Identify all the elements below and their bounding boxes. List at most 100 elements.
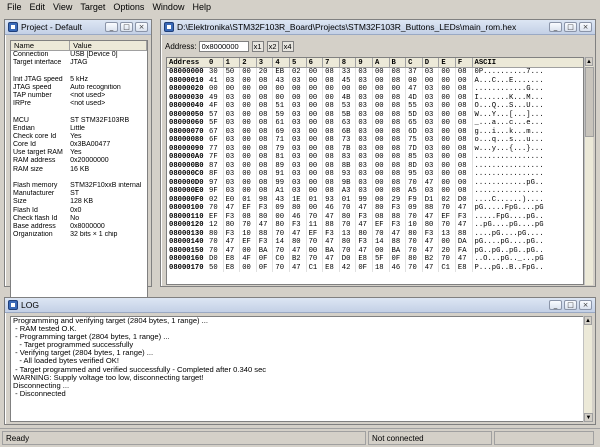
hex-byte[interactable]: A1 [273,187,290,196]
hex-byte[interactable]: 00 [439,127,456,136]
hex-byte[interactable]: 00 [307,119,324,128]
hex-byte[interactable]: 08 [390,170,407,179]
hex-byte[interactable]: 08 [323,68,340,77]
hex-byte[interactable]: E8 [323,263,340,272]
hex-byte[interactable]: 03 [356,110,373,119]
hex-byte[interactable]: 00 [439,136,456,145]
hex-byte[interactable]: 03 [423,144,440,153]
hex-byte[interactable]: 70 [240,221,257,230]
hex-byte[interactable]: 80 [224,221,241,230]
hex-byte[interactable]: 03 [224,119,241,128]
hex-byte[interactable]: 03 [224,76,241,85]
hex-byte[interactable]: 00 [439,170,456,179]
hex-byte[interactable]: 08 [390,153,407,162]
hex-row[interactable]: 08000140 70 47 EF F3 14 80 70 47 80 F3 14 88 70 47 00 DA… [167,238,583,247]
hex-byte[interactable]: 03 [423,127,440,136]
hex-byte[interactable]: 00 [240,93,257,102]
hex-byte[interactable]: 70 [307,255,324,264]
hex-row[interactable]: 08000000 30 50 00 20 EB 02 00 08 33 03 00 08 37 03 00 08… [167,68,583,77]
log-vertical-scrollbar[interactable]: ▲ ▼ [583,316,593,422]
hex-byte[interactable]: 08 [456,136,473,145]
hex-byte[interactable]: 73 [340,136,357,145]
hex-byte[interactable]: 9B [340,178,357,187]
hex-byte[interactable]: 08 [390,76,407,85]
hex-byte[interactable]: 08 [257,76,274,85]
hex-byte[interactable]: 08 [257,119,274,128]
hex-byte[interactable]: 99 [356,195,373,204]
hex-byte[interactable]: F9 [406,195,423,204]
hex-byte[interactable]: 63 [340,119,357,128]
property-row[interactable]: Endian Little [11,125,147,133]
hex-byte[interactable]: 70 [340,246,357,255]
hex-byte[interactable]: 03 [290,102,307,111]
close-icon[interactable]: × [135,22,148,32]
hex-byte[interactable]: 97 [207,178,224,187]
hex-byte[interactable]: 03 [423,161,440,170]
hex-byte[interactable]: 8F [207,170,224,179]
hex-byte[interactable]: 03 [356,161,373,170]
hex-byte[interactable]: 00 [456,178,473,187]
hex-byte[interactable]: 00 [240,136,257,145]
hex-byte[interactable]: 5F [207,119,224,128]
hex-byte[interactable]: 03 [356,93,373,102]
hex-byte[interactable]: 08 [390,144,407,153]
hex-byte[interactable]: 03 [423,187,440,196]
hex-byte[interactable]: 00 [240,263,257,272]
hex-byte[interactable]: 03 [224,136,241,145]
hex-byte[interactable]: 47 [456,204,473,213]
scroll-up-icon[interactable]: ▲ [585,57,593,66]
hex-byte[interactable]: 47 [423,263,440,272]
hex-byte[interactable]: 00 [307,204,324,213]
hex-byte[interactable]: F3 [224,229,241,238]
hex-dump-grid[interactable]: Address 0 1 2 3 4 5 6 7 8 9 A B C D E F ASCII 08000000 30… [166,57,584,285]
hex-byte[interactable]: 09 [273,204,290,213]
menu-item-help[interactable]: Help [188,0,215,14]
hex-row[interactable]: 08000160 D0 E8 4F 0F C0 B2 70 47 D0 E8 5F 0F 80 B2 70 47… [167,255,583,264]
menu-item-edit[interactable]: Edit [26,0,50,14]
hex-row[interactable]: 080000F0 02 E0 01 98 43 1E 01 93 01 99 00 29 F9 D1 02 D0… [167,195,583,204]
hex-byte[interactable]: 70 [307,238,324,247]
hex-byte[interactable]: 03 [423,102,440,111]
hex-byte[interactable]: 18 [373,263,390,272]
close-icon[interactable]: × [579,300,592,310]
minimize-icon[interactable]: _ [549,22,562,32]
hex-byte[interactable]: 03 [356,102,373,111]
hex-byte[interactable]: 47 [456,221,473,230]
hex-byte[interactable]: 08 [456,68,473,77]
hex-byte[interactable]: 00 [373,144,390,153]
hex-byte[interactable]: 13 [340,229,357,238]
hex-byte[interactable]: 00 [240,187,257,196]
hex-byte[interactable]: 6B [340,127,357,136]
hex-byte[interactable]: 10 [406,221,423,230]
hex-byte[interactable]: 03 [290,187,307,196]
hex-byte[interactable]: 03 [356,187,373,196]
hex-byte[interactable]: 00 [240,102,257,111]
hex-byte[interactable]: 00 [240,246,257,255]
hex-byte[interactable]: 03 [356,144,373,153]
hex-row[interactable]: 08000040 4F 03 00 08 51 03 00 08 53 03 00 08 55 03 00 08… [167,102,583,111]
hex-byte[interactable]: 47 [323,238,340,247]
property-row[interactable]: JTAG speed Auto recognition [11,84,147,92]
hex-row[interactable]: 08000010 41 03 00 08 43 03 00 08 45 03 00 08 00 00 00 00… [167,76,583,85]
hex-byte[interactable]: 0F [390,255,407,264]
hex-byte[interactable]: 88 [390,238,407,247]
property-row[interactable]: Core Id 0x3BA00477 [11,141,147,149]
hex-byte[interactable]: 03 [224,187,241,196]
hex-byte[interactable]: EF [439,212,456,221]
property-row[interactable]: Connection USB [Device 0] [11,51,147,59]
hex-byte[interactable]: 00 [340,85,357,94]
hex-byte[interactable]: 93 [340,170,357,179]
hex-byte[interactable]: 00 [207,85,224,94]
hex-byte[interactable]: 00 [439,119,456,128]
hex-row[interactable]: 080000A0 7F 03 00 08 81 03 00 08 83 03 00 08 85 03 00 08… [167,153,583,162]
hex-byte[interactable]: 75 [406,136,423,145]
close-icon[interactable]: × [579,22,592,32]
hex-byte[interactable]: 08 [323,170,340,179]
property-row[interactable]: Base address 0x8000000 [11,223,147,231]
hex-byte[interactable]: 4F [240,255,257,264]
hex-byte[interactable]: 55 [406,102,423,111]
hex-byte[interactable]: 03 [423,119,440,128]
hex-byte[interactable]: 03 [290,136,307,145]
hex-byte[interactable]: 00 [240,161,257,170]
hex-byte[interactable]: 00 [240,85,257,94]
